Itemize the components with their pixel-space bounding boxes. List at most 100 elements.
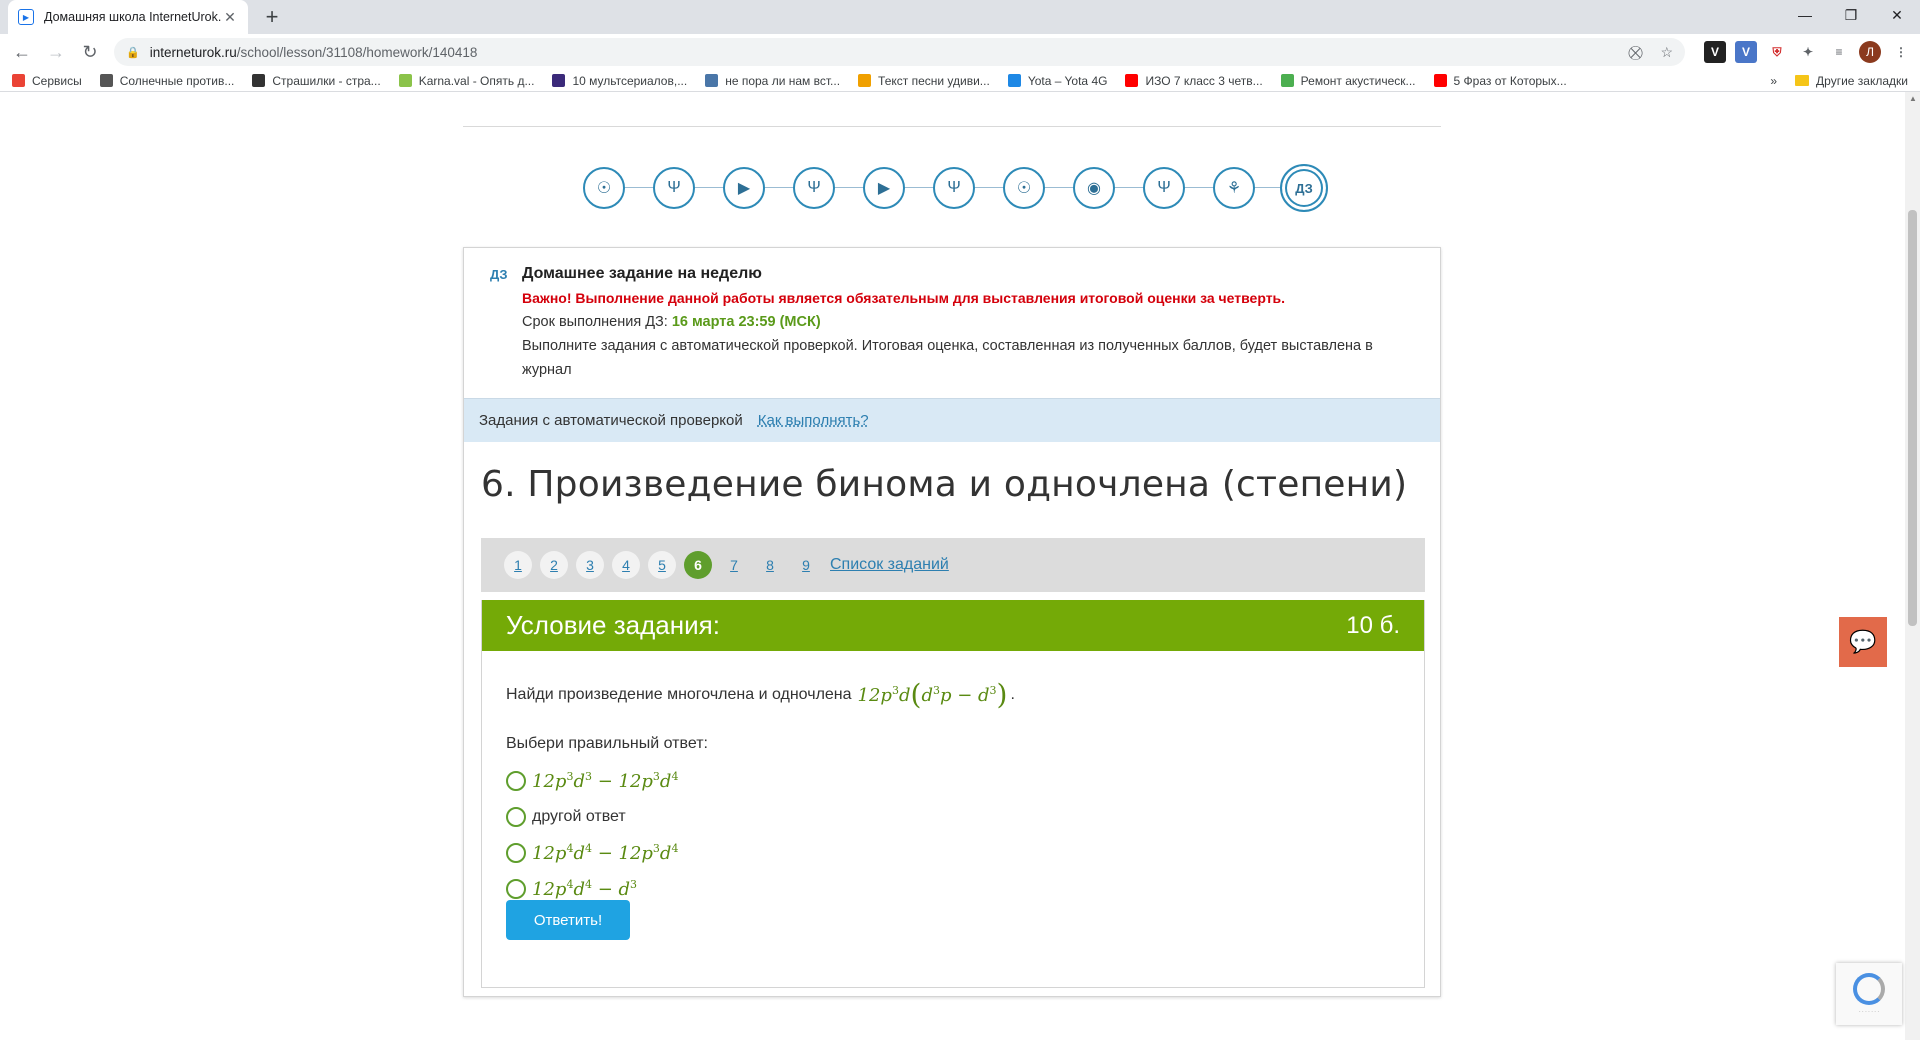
extension-v-blue-icon[interactable]: V <box>1735 41 1757 63</box>
tab-strip: ▶ Домашняя школа InternetUrok.r ✕ + — ❐ … <box>0 0 1920 34</box>
bookmark-favicon-icon <box>858 74 872 87</box>
site-favicon-icon: ▶ <box>18 9 34 25</box>
bookmarks-overflow-icon[interactable]: » <box>1770 74 1777 88</box>
bookmark-item[interactable]: Страшилки - стра... <box>252 73 381 88</box>
star-icon[interactable]: ☆ <box>1660 44 1673 60</box>
browser-tab[interactable]: ▶ Домашняя школа InternetUrok.r ✕ <box>8 0 248 34</box>
folder-icon <box>1795 75 1810 86</box>
deadline-date: 16 марта 23:59 (МСК) <box>671 314 821 330</box>
puzzle-icon[interactable]: ✦ <box>1797 41 1819 63</box>
step-dumbbell-icon[interactable]: Ψ <box>1143 167 1185 209</box>
page-8[interactable]: 8 <box>756 551 784 579</box>
step-dumbbell-icon[interactable]: Ψ <box>933 167 975 209</box>
recaptcha-logo-icon <box>1853 973 1885 1005</box>
step-dumbbell-icon[interactable]: Ψ <box>793 167 835 209</box>
bookmark-favicon-icon <box>252 74 266 87</box>
avatar[interactable]: Л <box>1859 41 1881 63</box>
close-tab-icon[interactable]: ✕ <box>222 9 238 26</box>
step-homework-icon[interactable]: ДЗ <box>1280 164 1328 212</box>
bookmark-label: 5 Фраз от Которых... <box>1453 73 1567 88</box>
answer-option-4[interactable]: 12p4d4 − d3 <box>506 871 1424 907</box>
page-4[interactable]: 4 <box>612 551 640 579</box>
divider <box>463 126 1441 127</box>
answer-text: другой ответ <box>532 808 626 825</box>
new-tab-button[interactable]: + <box>258 4 286 32</box>
answer-option-2[interactable]: другой ответ <box>506 799 1424 835</box>
bookmark-item[interactable]: Текст песни удиви... <box>858 74 990 88</box>
step-bicycle-icon[interactable]: ⚘ <box>1213 167 1255 209</box>
extension-v-black-icon[interactable]: V <box>1704 41 1726 63</box>
bookmark-favicon-icon <box>1125 74 1139 87</box>
page-scrollbar[interactable]: ▲ <box>1905 92 1920 1040</box>
forward-icon[interactable]: → <box>42 38 70 66</box>
restore-icon[interactable]: ❐ <box>1828 0 1874 30</box>
tab-title: Домашняя школа InternetUrok.r <box>44 10 222 24</box>
page-6[interactable]: 6 <box>684 551 712 579</box>
menu-kebab-icon[interactable]: ⋮ <box>1890 41 1912 63</box>
minimize-icon[interactable]: — <box>1782 0 1828 30</box>
bookmark-item[interactable]: 5 Фраз от Которых... <box>1433 73 1567 88</box>
step-webcam-icon[interactable]: ◉ <box>1073 167 1115 209</box>
browser-toolbar: ← → ↻ 🔒 interneturok.ru/school/lesson/31… <box>0 34 1920 70</box>
task-panel: Условие задания: 10 б. Найди произведени… <box>481 600 1425 988</box>
translate-icon[interactable]: ⛒ <box>1628 44 1642 60</box>
bookmark-item[interactable]: Солнечные против... <box>99 73 235 88</box>
bookmark-item[interactable]: 10 мультсериалов,... <box>552 74 687 88</box>
window-controls: — ❐ ✕ <box>1782 0 1920 30</box>
page-9[interactable]: 9 <box>792 551 820 579</box>
answer-option-3[interactable]: 12p4d4 − 12p3d4 <box>506 835 1424 871</box>
page-5[interactable]: 5 <box>648 551 676 579</box>
step-dumbbell-icon[interactable]: Ψ <box>653 167 695 209</box>
answer-option-1[interactable]: 12p3d3 − 12p3d4 <box>506 763 1424 799</box>
bookmark-item[interactable]: Сервисы <box>12 74 82 88</box>
bookmark-label: Страшилки - стра... <box>272 73 381 88</box>
bookmark-favicon-icon <box>99 74 113 87</box>
scrollbar-thumb[interactable] <box>1908 210 1917 626</box>
autocheck-bar: Задания с автоматической проверкой Как в… <box>464 398 1440 442</box>
condition-label: Условие задания: <box>506 610 720 640</box>
step-lightbulb-icon[interactable]: ☉ <box>1003 167 1045 209</box>
bookmark-item[interactable]: ИЗО 7 класс 3 четв... <box>1125 73 1263 88</box>
bookmark-favicon-icon <box>398 74 412 87</box>
condition-header: Условие задания: 10 б. <box>482 600 1424 651</box>
chat-icon[interactable]: 💬 <box>1839 617 1887 667</box>
lock-icon[interactable]: 🔒 <box>126 46 140 59</box>
howto-link[interactable]: Как выполнять? <box>758 412 869 429</box>
step-play-icon[interactable]: ▶ <box>863 167 905 209</box>
url-text[interactable]: interneturok.ru/school/lesson/31108/home… <box>150 45 1615 60</box>
bookmark-item[interactable]: Ремонт акустическ... <box>1280 74 1416 88</box>
back-icon[interactable]: ← <box>8 38 36 66</box>
page-2[interactable]: 2 <box>540 551 568 579</box>
bookmark-label: ИЗО 7 класс 3 четв... <box>1145 73 1263 88</box>
page-3[interactable]: 3 <box>576 551 604 579</box>
lesson-steps: ☉ Ψ ▶ Ψ ▶ Ψ ☉ ◉ Ψ ⚘ ДЗ <box>580 164 1328 212</box>
bookmark-item[interactable]: не пора ли нам вст... <box>705 74 840 88</box>
task-points: 10 б. <box>1346 611 1400 639</box>
address-bar[interactable]: 🔒 interneturok.ru/school/lesson/31108/ho… <box>114 38 1685 66</box>
other-bookmarks[interactable]: Другие закладки <box>1816 74 1908 88</box>
extension-red-icon[interactable]: ⛨ <box>1766 41 1788 63</box>
step-lightbulb-icon[interactable]: ☉ <box>583 167 625 209</box>
bookmark-favicon-icon <box>12 74 25 87</box>
scroll-up-icon[interactable]: ▲ <box>1909 94 1917 103</box>
page-7[interactable]: 7 <box>720 551 748 579</box>
bookmarks-bar: Сервисы Солнечные против... Страшилки - ст… <box>0 70 1920 92</box>
radio-button[interactable] <box>506 843 526 863</box>
recaptcha-badge[interactable]: · · · · · · · <box>1836 963 1902 1025</box>
radio-button[interactable] <box>506 879 526 899</box>
bookmark-item[interactable]: Yota – Yota 4G <box>1007 74 1107 88</box>
homework-description: Выполните задания с автоматической прове… <box>522 338 1373 378</box>
question-formula: 12p3d(d3p − d3) <box>857 678 1008 711</box>
page-1[interactable]: 1 <box>504 551 532 579</box>
radio-button[interactable] <box>506 807 526 827</box>
submit-answer-button[interactable]: Ответить! <box>506 900 630 940</box>
close-window-icon[interactable]: ✕ <box>1874 0 1920 30</box>
task-list-link[interactable]: Список заданий <box>830 556 949 574</box>
radio-button[interactable] <box>506 771 526 791</box>
bookmark-item[interactable]: Karna.val - Опять д... <box>398 74 534 88</box>
homework-card: ДЗ Домашнее задание на неделю Важно! Вып… <box>463 247 1441 997</box>
reload-icon[interactable]: ↻ <box>76 38 104 66</box>
step-play-icon[interactable]: ▶ <box>723 167 765 209</box>
media-icon[interactable]: ≡ <box>1828 41 1850 63</box>
bookmark-label: Солнечные против... <box>119 73 235 88</box>
